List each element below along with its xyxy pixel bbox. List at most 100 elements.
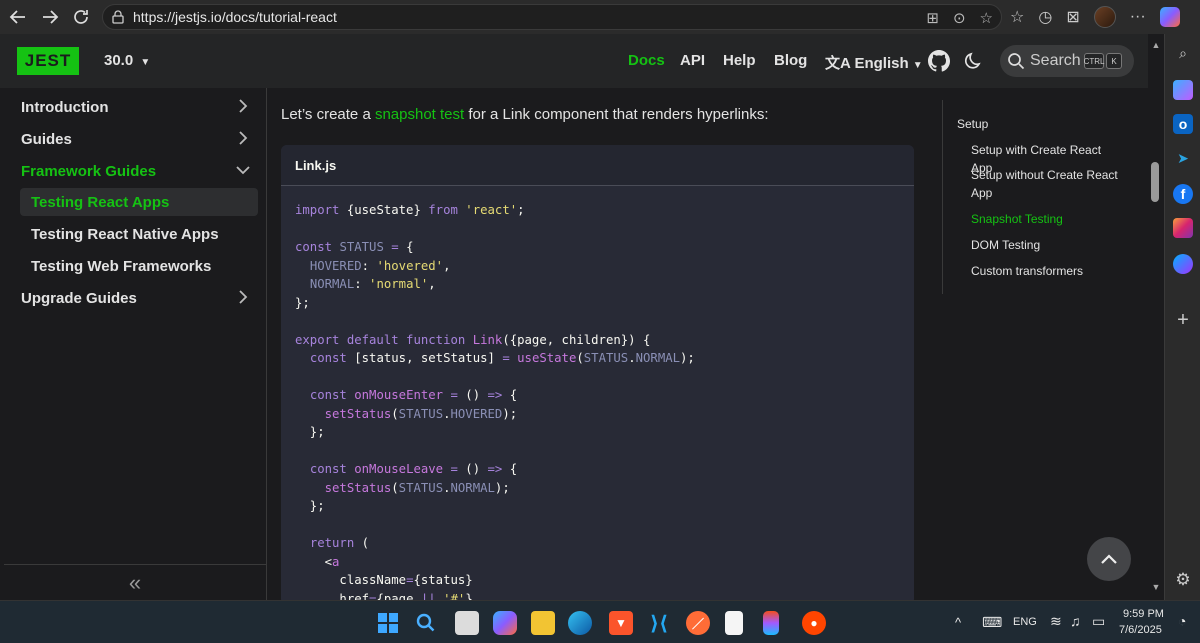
reddit-icon[interactable]: ●: [802, 611, 826, 635]
copilot-taskbar-icon[interactable]: [493, 611, 517, 635]
intro-text-start: Let’s create a: [281, 106, 375, 123]
scroll-down-arrow-icon[interactable]: ▼: [1150, 582, 1162, 592]
code-content: import {useState} from 'react'; const ST…: [295, 203, 695, 605]
edge-browser-icon[interactable]: [568, 611, 592, 635]
sidebar-item-label: Introduction: [21, 98, 109, 116]
search-button[interactable]: Search CTRL K: [1000, 45, 1134, 77]
sidebar-item-label: Guides: [21, 130, 72, 148]
docs-sidebar: Introduction Guides Framework Guides Tes…: [4, 88, 267, 600]
nav-docs[interactable]: Docs: [628, 52, 665, 69]
instagram-icon[interactable]: [1173, 218, 1193, 238]
nav-help[interactable]: Help: [723, 52, 756, 69]
intro-text-end: for a Link component that renders hyperl…: [464, 106, 769, 123]
reload-icon[interactable]: [66, 2, 96, 32]
add-icon[interactable]: +: [1173, 309, 1193, 331]
telegram-icon[interactable]: ➤: [1173, 148, 1193, 168]
notification-icon[interactable]: ◔: [1178, 613, 1186, 629]
code-block-title: Link.js: [281, 145, 914, 186]
sidebar-item-upgrade-guides[interactable]: Upgrade Guides: [16, 284, 258, 312]
sidebar-item-testing-react-native-apps[interactable]: Testing React Native Apps: [20, 220, 258, 248]
caret-down-icon: ▼: [140, 57, 151, 68]
toc-item-setup[interactable]: Setup: [957, 115, 1107, 133]
sidebar-item-testing-react-apps[interactable]: Testing React Apps: [20, 188, 258, 216]
brave-browser-icon[interactable]: ▼: [609, 611, 633, 635]
github-icon[interactable]: [928, 50, 950, 72]
forward-arrow-icon[interactable]: [35, 2, 65, 32]
outlook-icon[interactable]: o: [1173, 114, 1193, 134]
figma-icon[interactable]: [763, 611, 779, 635]
snapshot-test-link[interactable]: snapshot test: [375, 106, 464, 123]
scrollbar-thumb[interactable]: [1151, 162, 1159, 202]
sidebar-item-label: Testing React Apps: [31, 193, 170, 211]
search-icon[interactable]: ⌕: [1173, 43, 1193, 63]
search-icon: [1008, 53, 1025, 70]
kbd-k: K: [1106, 53, 1122, 69]
vscode-icon[interactable]: ⟩⟨: [647, 611, 671, 635]
jest-logo[interactable]: JEST: [17, 47, 79, 75]
wifi-icon[interactable]: ≋: [1050, 613, 1062, 630]
history-icon[interactable]: ◷: [1038, 7, 1052, 27]
search-icon[interactable]: [414, 611, 438, 635]
back-arrow-icon[interactable]: [3, 2, 33, 32]
address-bar[interactable]: https://jestjs.io/docs/tutorial-react ⊞ …: [102, 4, 1002, 30]
sidebar-item-label: Framework Guides: [21, 162, 157, 180]
screenshot-icon[interactable]: ⊠: [1066, 7, 1079, 27]
toc-item-snapshot-testing[interactable]: Snapshot Testing: [971, 210, 1121, 228]
copilot-icon[interactable]: [1159, 7, 1180, 27]
sidebar-item-guides[interactable]: Guides: [16, 125, 258, 153]
translate-icon: 文A: [825, 55, 851, 72]
browser-sidebar: ⌕ o ➤ f + ⚙: [1164, 34, 1200, 600]
gear-icon[interactable]: ⚙: [1173, 570, 1193, 590]
toc-item-custom-transformers[interactable]: Custom transformers: [971, 262, 1121, 280]
copilot-sidebar-icon[interactable]: [1173, 80, 1193, 100]
code-block: Link.js import {useState} from 'react'; …: [281, 145, 914, 605]
nav-blog[interactable]: Blog: [774, 52, 807, 69]
chevron-right-icon: [239, 99, 248, 113]
toc-item-dom-testing[interactable]: DOM Testing: [971, 236, 1121, 254]
language-indicator[interactable]: ENG: [1013, 616, 1037, 628]
chevron-up-icon: [1101, 554, 1117, 564]
favorites-icon[interactable]: ☆: [1010, 7, 1024, 27]
chevron-right-icon: [239, 290, 248, 304]
toc-item-setup-without-create-react-app[interactable]: Setup without Create React App: [971, 166, 1121, 202]
caret-down-icon: ▼: [912, 60, 923, 71]
lock-icon: [112, 10, 124, 24]
sidebar-item-framework-guides[interactable]: Framework Guides: [16, 157, 258, 185]
sidebar-item-introduction[interactable]: Introduction: [16, 93, 258, 121]
keyboard-icon[interactable]: ⌨: [982, 614, 1002, 631]
document-icon[interactable]: [725, 611, 743, 635]
facebook-icon[interactable]: f: [1173, 184, 1193, 204]
chevron-down-icon: [236, 166, 250, 175]
site-navbar: JEST 30.0 ▼ Docs API Help Blog 文A Englis…: [0, 34, 1148, 88]
back-to-top-button[interactable]: [1087, 537, 1131, 581]
version-label: 30.0: [104, 52, 134, 69]
postman-icon[interactable]: ／: [686, 611, 710, 635]
reader-icon[interactable]: ⊙: [953, 9, 966, 27]
task-view-icon[interactable]: [455, 611, 479, 635]
nav-api[interactable]: API: [680, 52, 705, 69]
avatar[interactable]: [1093, 6, 1116, 28]
clock-date[interactable]: 7/6/2025: [1119, 624, 1162, 636]
chevron-right-icon: [239, 131, 248, 145]
sidebar-item-testing-web-frameworks[interactable]: Testing Web Frameworks: [20, 252, 258, 280]
apps-icon[interactable]: ⊞: [926, 9, 939, 27]
sidebar-item-label: Testing Web Frameworks: [31, 257, 212, 275]
clock-time[interactable]: 9:59 PM: [1123, 608, 1164, 620]
collapse-sidebar-button[interactable]: «: [4, 564, 266, 600]
language-dropdown[interactable]: 文A English ▼: [825, 52, 923, 73]
file-explorer-icon[interactable]: [531, 611, 555, 635]
tray-chevron-up-icon[interactable]: ^: [955, 615, 961, 630]
url-text: https://jestjs.io/docs/tutorial-react: [133, 9, 337, 25]
search-placeholder: Search: [1030, 52, 1081, 69]
more-menu-icon[interactable]: ···: [1130, 8, 1146, 26]
volume-icon[interactable]: ♫: [1070, 613, 1081, 629]
intro-paragraph: Let’s create a snapshot test for a Link …: [281, 106, 769, 123]
version-dropdown[interactable]: 30.0 ▼: [104, 52, 150, 69]
scroll-up-arrow-icon[interactable]: ▲: [1150, 40, 1162, 50]
battery-icon[interactable]: ▭: [1092, 613, 1105, 630]
messenger-icon[interactable]: [1173, 254, 1193, 274]
favorite-star-icon[interactable]: ☆: [980, 9, 993, 27]
page-scrollbar[interactable]: [1148, 34, 1164, 600]
dark-mode-moon-icon[interactable]: [964, 51, 984, 71]
windows-start-icon[interactable]: [376, 611, 400, 635]
